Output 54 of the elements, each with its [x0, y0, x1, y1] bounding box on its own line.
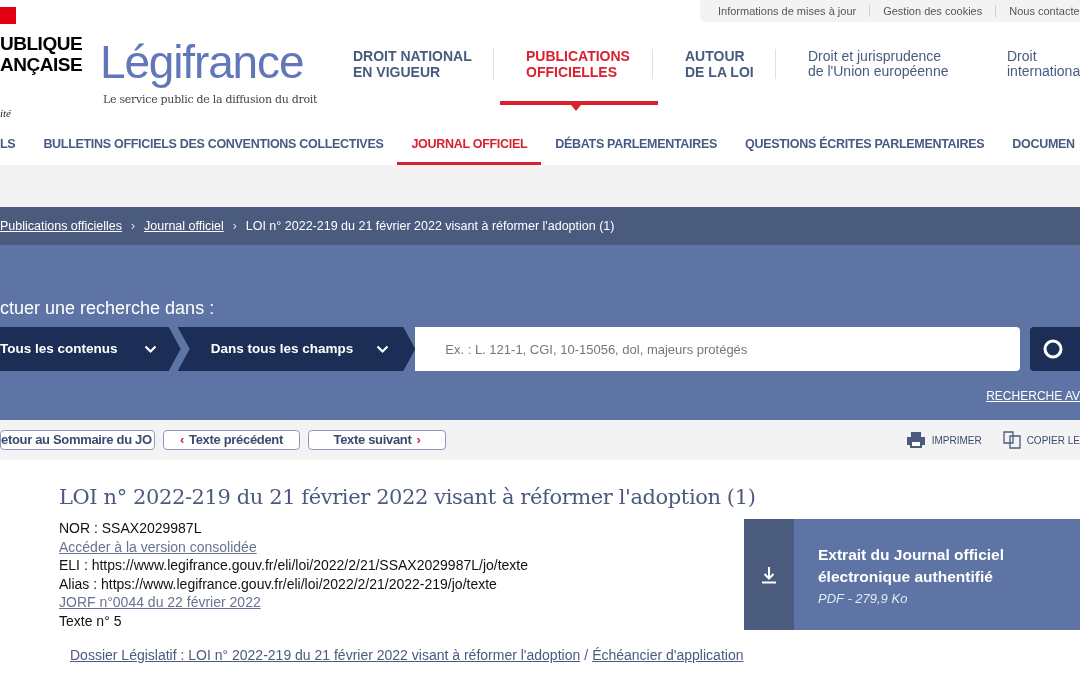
logo-text: ANÇAISE — [0, 54, 83, 75]
sub-nav-tab[interactable]: JOURNAL OFFICIEL — [397, 123, 542, 165]
nav-tab[interactable]: PUBLICATIONS OFFICIELLES — [526, 47, 630, 80]
related-link[interactable]: Dossier Législatif : LOI n° 2022-219 du 21 février 2022 visant à réformer l'adoption — [70, 645, 581, 666]
utility-link[interactable]: Nous contacte — [1009, 2, 1080, 20]
separator-text: / — [584, 646, 589, 665]
pointer-icon — [571, 105, 581, 111]
advanced-search-link[interactable]: RECHERCHE AV — [986, 387, 1080, 405]
meta-text: Texte n° 5 — [59, 611, 122, 630]
chevron-separator: › — [131, 218, 136, 235]
printer-icon — [905, 431, 926, 449]
logo-text: UBLIQUE — [0, 33, 83, 54]
brand-logo[interactable]: Légifrance — [100, 38, 353, 86]
nav-tab[interactable]: Droit et jurisprudence de l'Union européenne — [808, 48, 949, 79]
meta-text: NOR : SSAX2029987L — [59, 519, 202, 538]
nav-button[interactable]: Texte suivant › — [308, 430, 446, 450]
related-link[interactable]: Échéancier d'application — [592, 645, 744, 666]
scope-select[interactable]: Dans tous les champs — [177, 327, 416, 371]
sub-nav-tab[interactable]: BULLETINS OFFICIELS DES CONVENTIONS COLLECTIVES — [29, 123, 398, 165]
meta-text: Alias : https://www.legifrance.gouv.fr/eli/loi/2022/2/21/2022-219/jo/texte — [59, 574, 497, 593]
nav-tab[interactable]: Droit internationa — [1007, 48, 1080, 79]
sub-nav-tab[interactable]: LS — [0, 123, 30, 165]
meta-link[interactable]: Accéder à la version consolidée — [59, 537, 257, 556]
utility-link[interactable]: Gestion des cookies — [883, 2, 983, 20]
utility-link[interactable]: Informations de mises à jour — [718, 2, 857, 20]
breadcrumb-link[interactable]: Publications officielles — [0, 216, 123, 236]
chevron-down-icon — [376, 344, 390, 354]
sub-nav-tab[interactable]: DOCUMEN — [998, 123, 1080, 165]
copy-icon — [1002, 431, 1021, 449]
motto-text: ité — [0, 106, 11, 121]
nav-tab[interactable]: DROIT NATIONAL EN VIGUEUR — [353, 47, 472, 80]
copy-button[interactable]: COPIER LE — [1002, 431, 1080, 449]
chevron-down-icon — [143, 344, 157, 354]
download-icon — [761, 565, 777, 584]
nav-button[interactable]: etour au Sommaire du JO — [0, 430, 155, 450]
sub-nav-tab[interactable]: QUESTIONS ÉCRITES PARLEMENTAIRES — [731, 123, 999, 165]
breadcrumb-link[interactable]: Journal officiel — [144, 216, 224, 236]
document-title: LOI n° 2022-219 du 21 février 2022 visant à réformer l'adoption (1) — [59, 484, 757, 510]
tagline: Le service public de la diffusion du droit — [103, 92, 319, 108]
print-button[interactable]: IMPRIMER — [905, 431, 982, 449]
search-icon — [1043, 339, 1064, 359]
meta-link[interactable]: JORF n°0044 du 22 février 2022 — [59, 593, 261, 612]
flag-mark — [0, 7, 16, 24]
scope-select[interactable]: Tous les contenus — [0, 327, 181, 371]
search-button[interactable] — [1030, 327, 1080, 371]
chevron-separator: › — [232, 218, 237, 235]
search-field[interactable]: Ex. : L. 121-1, CGI, 10-15056, dol, majeurs protégés — [415, 327, 1021, 371]
sub-nav-tab[interactable]: DÉBATS PARLEMENTAIRES — [541, 123, 732, 165]
download-card[interactable]: Extrait du Journal officiel électronique authentifié PDF - 279,9 Ko — [744, 519, 1080, 630]
nav-button[interactable]: ‹ Texte précédent — [163, 430, 300, 450]
breadcrumb-current: LOI n° 2022-219 du 21 février 2022 visant à réformer l'adoption (1) — [245, 217, 615, 235]
meta-text: ELI : https://www.legifrance.gouv.fr/eli/loi/2022/2/21/SSAX2029987L/jo/texte — [59, 556, 529, 575]
nav-tab[interactable]: AUTOUR DE LA LOI — [685, 47, 754, 80]
search-heading: ctuer une recherche dans : — [0, 297, 216, 320]
